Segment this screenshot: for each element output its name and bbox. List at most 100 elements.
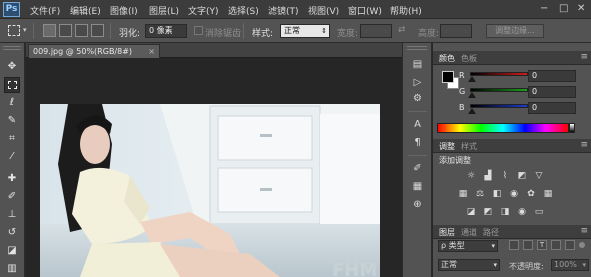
paragraph-panel-icon[interactable]: ¶ bbox=[410, 135, 425, 150]
quick-selection-tool-icon[interactable]: ✎ bbox=[4, 113, 20, 129]
vibrance-icon[interactable]: ▽ bbox=[533, 170, 545, 182]
red-slider-thumb[interactable] bbox=[468, 76, 476, 82]
threshold-icon[interactable]: ◨ bbox=[499, 206, 511, 218]
tab-layers[interactable]: 图层 bbox=[439, 227, 455, 238]
preset-dropdown-arrow-icon[interactable]: ▾ bbox=[23, 26, 27, 34]
collapsed-panel-dock: ▤ ▷ ⚙ A ¶ ✐ ▦ ⊕ bbox=[402, 43, 432, 277]
color-lookup-icon[interactable]: ▦ bbox=[542, 188, 554, 200]
blue-slider-thumb[interactable] bbox=[468, 108, 476, 114]
lasso-tool-icon[interactable]: ℓ bbox=[4, 95, 20, 111]
character-panel-icon[interactable]: A bbox=[410, 117, 425, 132]
green-value-input[interactable]: 0 bbox=[528, 86, 576, 98]
brightness-contrast-icon[interactable]: ☼ bbox=[465, 170, 477, 182]
clone-stamp-tool-icon[interactable]: ⊥ bbox=[4, 207, 20, 223]
exposure-icon[interactable]: ◩ bbox=[516, 170, 528, 182]
hue-saturation-icon[interactable]: ▦ bbox=[457, 188, 469, 200]
curves-icon[interactable]: ⌇ bbox=[499, 170, 511, 182]
menu-view[interactable]: 视图(V) bbox=[308, 4, 339, 17]
color-balance-icon[interactable]: ⚖ bbox=[474, 188, 486, 200]
green-slider-thumb[interactable] bbox=[468, 92, 476, 98]
history-panel-icon[interactable]: ▤ bbox=[410, 57, 425, 72]
gradient-tool-icon[interactable]: ▥ bbox=[4, 261, 20, 277]
blend-mode-select[interactable]: 正常 ▾ bbox=[438, 259, 500, 271]
brush-presets-panel-icon[interactable]: ▦ bbox=[410, 179, 425, 194]
channel-mixer-icon[interactable]: ✿ bbox=[525, 188, 537, 200]
menu-file[interactable]: 文件(F) bbox=[30, 4, 60, 17]
marquee-tool-preset-icon[interactable] bbox=[8, 25, 20, 36]
minimize-icon[interactable]: − bbox=[540, 3, 548, 14]
filter-smart-objects-icon[interactable] bbox=[565, 240, 575, 250]
foreground-color-swatch[interactable] bbox=[442, 71, 454, 83]
close-icon[interactable]: ✕ bbox=[577, 3, 585, 14]
filter-type-layers-icon[interactable]: T bbox=[537, 240, 547, 250]
red-value-input[interactable]: 0 bbox=[528, 70, 576, 82]
menu-select[interactable]: 选择(S) bbox=[228, 4, 259, 17]
subtract-from-selection-icon[interactable] bbox=[75, 24, 88, 37]
invert-icon[interactable]: ◪ bbox=[465, 206, 477, 218]
antialias-checkbox[interactable] bbox=[194, 26, 203, 35]
crop-tool-icon[interactable]: ⌗ bbox=[4, 131, 20, 147]
maximize-icon[interactable]: □ bbox=[559, 3, 568, 14]
tab-adjustments[interactable]: 调整 bbox=[439, 141, 455, 152]
menu-filter[interactable]: 滤镜(T) bbox=[268, 4, 299, 17]
posterize-icon[interactable]: ◩ bbox=[482, 206, 494, 218]
black-white-ramp[interactable] bbox=[569, 123, 575, 133]
tab-channels[interactable]: 通道 bbox=[461, 227, 477, 238]
panel-grip[interactable] bbox=[407, 46, 427, 50]
properties-panel-icon[interactable]: ⚙ bbox=[410, 91, 425, 106]
blue-slider[interactable] bbox=[470, 104, 528, 108]
rectangular-marquee-tool-icon[interactable] bbox=[4, 77, 20, 93]
image-canvas[interactable]: FHM bbox=[40, 104, 380, 277]
close-document-icon[interactable]: × bbox=[148, 45, 155, 58]
menu-type[interactable]: 文字(Y) bbox=[188, 4, 219, 17]
selective-color-icon[interactable]: ◉ bbox=[516, 206, 528, 218]
clone-source-panel-icon[interactable]: ⊕ bbox=[410, 197, 425, 212]
actions-panel-icon[interactable]: ▷ bbox=[410, 75, 425, 90]
spot-healing-tool-icon[interactable]: ✚ bbox=[4, 171, 20, 187]
menu-layer[interactable]: 图层(L) bbox=[149, 4, 179, 17]
panel-menu-icon[interactable]: ≡ bbox=[580, 52, 588, 62]
height-input[interactable] bbox=[440, 24, 472, 38]
style-select[interactable]: 正常 ⇕ bbox=[280, 24, 330, 38]
color-spectrum-bar[interactable] bbox=[437, 123, 569, 133]
move-tool-icon[interactable]: ✥ bbox=[4, 59, 20, 75]
document-tab[interactable]: 009.jpg @ 50%(RGB/8#) × bbox=[28, 44, 160, 58]
filter-toggle-icon[interactable] bbox=[579, 242, 585, 248]
green-slider[interactable] bbox=[470, 88, 528, 92]
menu-edit[interactable]: 编辑(E) bbox=[70, 4, 101, 17]
blue-value-input[interactable]: 0 bbox=[528, 102, 576, 114]
eyedropper-tool-icon[interactable]: ⁄ bbox=[4, 149, 20, 165]
layer-kind-filter[interactable]: ρ 类型 ▾ bbox=[438, 240, 498, 252]
filter-pixel-layers-icon[interactable] bbox=[509, 240, 519, 250]
width-input[interactable] bbox=[360, 24, 392, 38]
gradient-map-icon[interactable]: ▭ bbox=[533, 206, 545, 218]
tab-swatches[interactable]: 色板 bbox=[461, 53, 477, 64]
panel-menu-icon[interactable]: ≡ bbox=[580, 226, 588, 236]
intersect-selection-icon[interactable] bbox=[91, 24, 104, 37]
opacity-input[interactable]: 100% ▾ bbox=[551, 259, 589, 271]
red-slider[interactable] bbox=[470, 72, 528, 76]
new-selection-icon[interactable] bbox=[43, 24, 56, 37]
tab-styles[interactable]: 样式 bbox=[461, 141, 477, 152]
eraser-tool-icon[interactable]: ◪ bbox=[4, 243, 20, 259]
feather-input[interactable]: 0 像素 bbox=[145, 24, 187, 38]
menu-image[interactable]: 图像(I) bbox=[110, 4, 138, 17]
levels-icon[interactable]: ▟ bbox=[482, 170, 494, 182]
menu-help[interactable]: 帮助(H) bbox=[390, 4, 422, 17]
divider bbox=[33, 23, 34, 39]
brush-tool-icon[interactable]: ✐ bbox=[4, 189, 20, 205]
refine-edge-button[interactable]: 调整边缘... bbox=[486, 24, 544, 38]
tab-color[interactable]: 颜色 bbox=[439, 53, 455, 64]
panel-menu-icon[interactable]: ≡ bbox=[580, 140, 588, 150]
panel-grip[interactable] bbox=[3, 46, 21, 50]
swap-dimensions-icon[interactable]: ⇄ bbox=[398, 25, 406, 35]
history-brush-tool-icon[interactable]: ↺ bbox=[4, 225, 20, 241]
filter-adjustment-layers-icon[interactable] bbox=[523, 240, 533, 250]
black-white-icon[interactable]: ◧ bbox=[491, 188, 503, 200]
brush-panel-icon[interactable]: ✐ bbox=[410, 161, 425, 176]
tab-paths[interactable]: 路径 bbox=[483, 227, 499, 238]
filter-shape-layers-icon[interactable] bbox=[551, 240, 561, 250]
photo-filter-icon[interactable]: ◉ bbox=[508, 188, 520, 200]
add-to-selection-icon[interactable] bbox=[59, 24, 72, 37]
menu-window[interactable]: 窗口(W) bbox=[348, 4, 382, 17]
